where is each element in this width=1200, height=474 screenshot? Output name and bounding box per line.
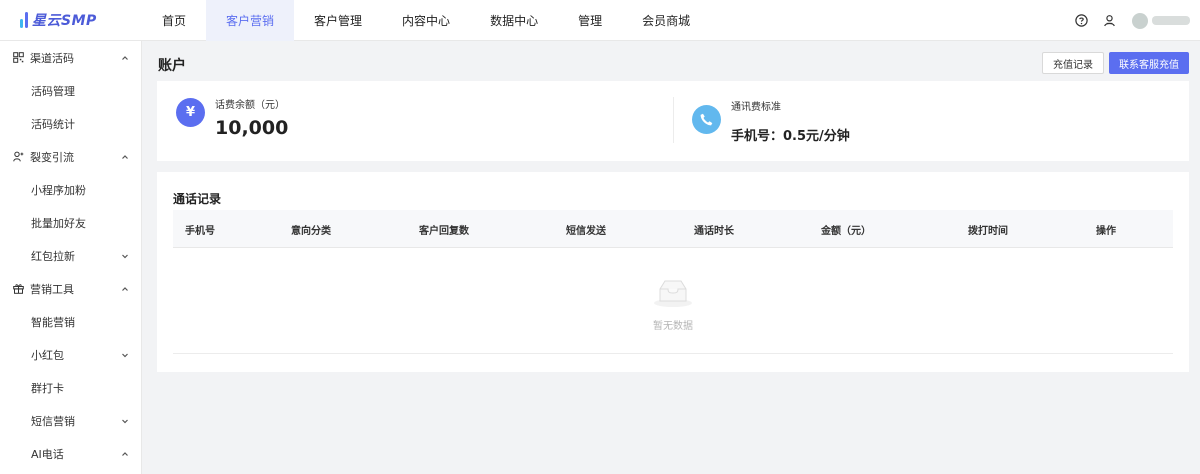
- nav-item-1[interactable]: 客户营销: [206, 0, 295, 41]
- sidebar-group-2[interactable]: 营销工具: [0, 272, 141, 305]
- rate-label: 通讯费标准: [731, 102, 781, 113]
- avatar[interactable]: [1132, 12, 1148, 29]
- sidebar-item-label: 批量加好友: [31, 216, 86, 230]
- sidebar-group-0[interactable]: 渠道活码: [0, 41, 141, 74]
- help-icon[interactable]: [1074, 14, 1088, 28]
- sidebar-item-label: 活码统计: [31, 117, 75, 131]
- column-header-3: 短信发送: [566, 225, 606, 237]
- call-records-card: 通话记录 手机号 意向分类 客户回复数 短信发送 通话时长 金额（元） 拨打时间 操作 暂无数…: [157, 172, 1189, 372]
- sidebar-item-label: 智能营销: [31, 315, 75, 329]
- sidebar-item-label: AI电话: [31, 447, 64, 461]
- sidebar-item-label: 小程序加粉: [31, 183, 86, 197]
- sidebar-item-2-1[interactable]: 小红包: [0, 338, 141, 371]
- sidebar-item-1-0[interactable]: 小程序加粉: [0, 173, 141, 206]
- divider: [673, 97, 674, 143]
- sidebar-item-label: 群打卡: [31, 381, 64, 395]
- phone-icon: [692, 105, 721, 134]
- sidebar-item-label: 小红包: [31, 348, 64, 362]
- balance-block: ¥ 话费余额（元） 10,000: [176, 98, 288, 139]
- sidebar-item-0-1[interactable]: 活码统计: [0, 107, 141, 140]
- recharge-record-button[interactable]: 充值记录: [1042, 52, 1104, 74]
- user-switch-icon[interactable]: [1102, 14, 1116, 28]
- nav-item-5[interactable]: 管理: [558, 0, 622, 41]
- app-logo[interactable]: 星云SMP: [0, 0, 142, 41]
- nav-item-4[interactable]: 数据中心: [470, 0, 558, 41]
- column-header-6: 拨打时间: [968, 225, 1008, 237]
- nav-item-3[interactable]: 内容中心: [382, 0, 470, 41]
- nav-item-6[interactable]: 会员商城: [622, 0, 710, 41]
- fission-icon: [13, 151, 24, 162]
- nav-item-0[interactable]: 首页: [142, 0, 206, 41]
- sidebar-item-1-1[interactable]: 批量加好友: [0, 206, 141, 239]
- column-header-2: 客户回复数: [419, 225, 469, 237]
- balance-value: 10,000: [215, 117, 289, 139]
- page-title: 账户: [158, 58, 186, 74]
- column-header-0: 手机号: [185, 225, 215, 237]
- empty-text: 暂无数据: [653, 321, 693, 332]
- sidebar-item-2-4[interactable]: AI电话: [0, 437, 141, 470]
- balance-label: 话费余额（元）: [215, 100, 285, 111]
- main-content: 账户 充值记录 联系客服充值 ¥ 话费余额（元） 10,000 通讯费标准 手机…: [142, 41, 1200, 474]
- column-header-4: 通话时长: [694, 225, 734, 237]
- yuan-icon: ¥: [176, 98, 205, 127]
- empty-state: 暂无数据: [173, 248, 1173, 354]
- column-header-5: 金额（元）: [821, 225, 871, 237]
- table-header: 手机号 意向分类 客户回复数 短信发送 通话时长 金额（元） 拨打时间 操作: [173, 210, 1173, 248]
- sidebar-item-2-2[interactable]: 群打卡: [0, 371, 141, 404]
- user-name-blurred[interactable]: [1152, 16, 1190, 25]
- top-right-tools: [1074, 0, 1200, 41]
- gift-icon: [13, 283, 24, 294]
- call-records-title: 通话记录: [173, 192, 222, 206]
- account-card: ¥ 话费余额（元） 10,000 通讯费标准 手机号：0.5元/分钟: [157, 81, 1189, 161]
- sidebar: 渠道活码活码管理活码统计裂变引流小程序加粉批量加好友红包拉新营销工具智能营销小红…: [0, 41, 142, 474]
- sidebar-item-label: 短信营销: [31, 414, 75, 428]
- logo-text: 星云SMP: [32, 13, 97, 29]
- main-nav: 首页 客户营销 客户管理 内容中心 数据中心 管理 会员商城: [142, 0, 710, 41]
- sidebar-item-0-0[interactable]: 活码管理: [0, 74, 141, 107]
- sidebar-group-label: 裂变引流: [30, 150, 74, 164]
- sidebar-item-label: 红包拉新: [31, 249, 75, 263]
- nav-item-2[interactable]: 客户管理: [294, 0, 382, 41]
- qrcode-icon: [13, 52, 24, 63]
- column-header-1: 意向分类: [291, 225, 331, 237]
- column-header-7: 操作: [1096, 225, 1116, 237]
- rate-value: 手机号：0.5元/分钟: [731, 129, 850, 144]
- top-navbar: 星云SMP 首页 客户营销 客户管理 内容中心 数据中心 管理 会员商城: [0, 0, 1200, 41]
- contact-service-recharge-button[interactable]: 联系客服充值: [1109, 52, 1189, 74]
- sidebar-item-label: 活码管理: [31, 84, 75, 98]
- sidebar-item-1-2[interactable]: 红包拉新: [0, 239, 141, 272]
- sidebar-item-2-3[interactable]: 短信营销: [0, 404, 141, 437]
- empty-inbox-icon: [653, 278, 693, 308]
- sidebar-group-label: 营销工具: [30, 282, 74, 296]
- rate-block: 通讯费标准 手机号：0.5元/分钟: [692, 102, 850, 144]
- sidebar-group-label: 渠道活码: [30, 51, 74, 65]
- sidebar-group-1[interactable]: 裂变引流: [0, 140, 141, 173]
- logo-icon: [20, 12, 28, 28]
- sidebar-item-2-0[interactable]: 智能营销: [0, 305, 141, 338]
